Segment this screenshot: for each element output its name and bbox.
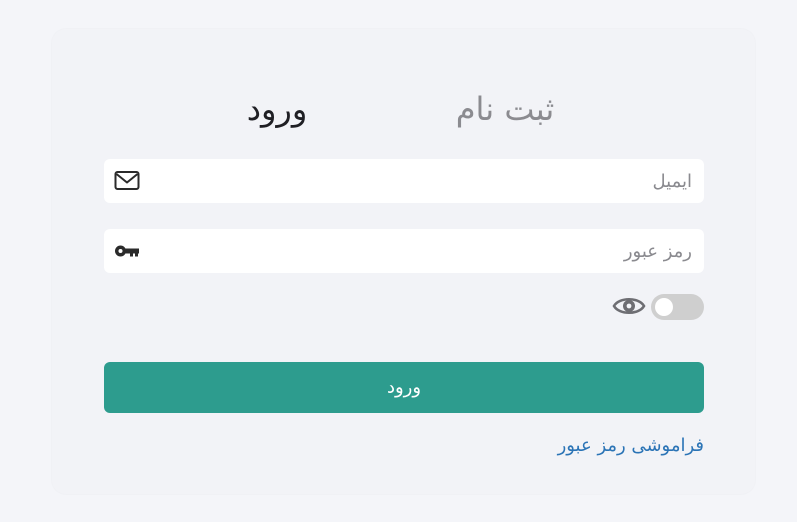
tab-register[interactable]: ثبت نام xyxy=(430,84,580,134)
password-field[interactable] xyxy=(104,229,704,273)
auth-tabs: ورود ثبت نام xyxy=(0,84,797,134)
show-password-row xyxy=(610,292,704,320)
tab-login[interactable]: ورود xyxy=(232,84,322,134)
toggle-knob xyxy=(655,298,673,316)
login-button[interactable]: ورود xyxy=(104,362,704,413)
email-input[interactable] xyxy=(150,159,696,203)
email-field[interactable] xyxy=(104,159,704,203)
forgot-password-link[interactable]: فراموشی رمز عبور xyxy=(504,431,704,461)
key-icon xyxy=(114,239,140,263)
password-input[interactable] xyxy=(150,229,696,273)
eye-icon[interactable] xyxy=(612,292,646,320)
envelope-icon xyxy=(114,169,140,193)
show-password-toggle[interactable] xyxy=(651,294,704,320)
